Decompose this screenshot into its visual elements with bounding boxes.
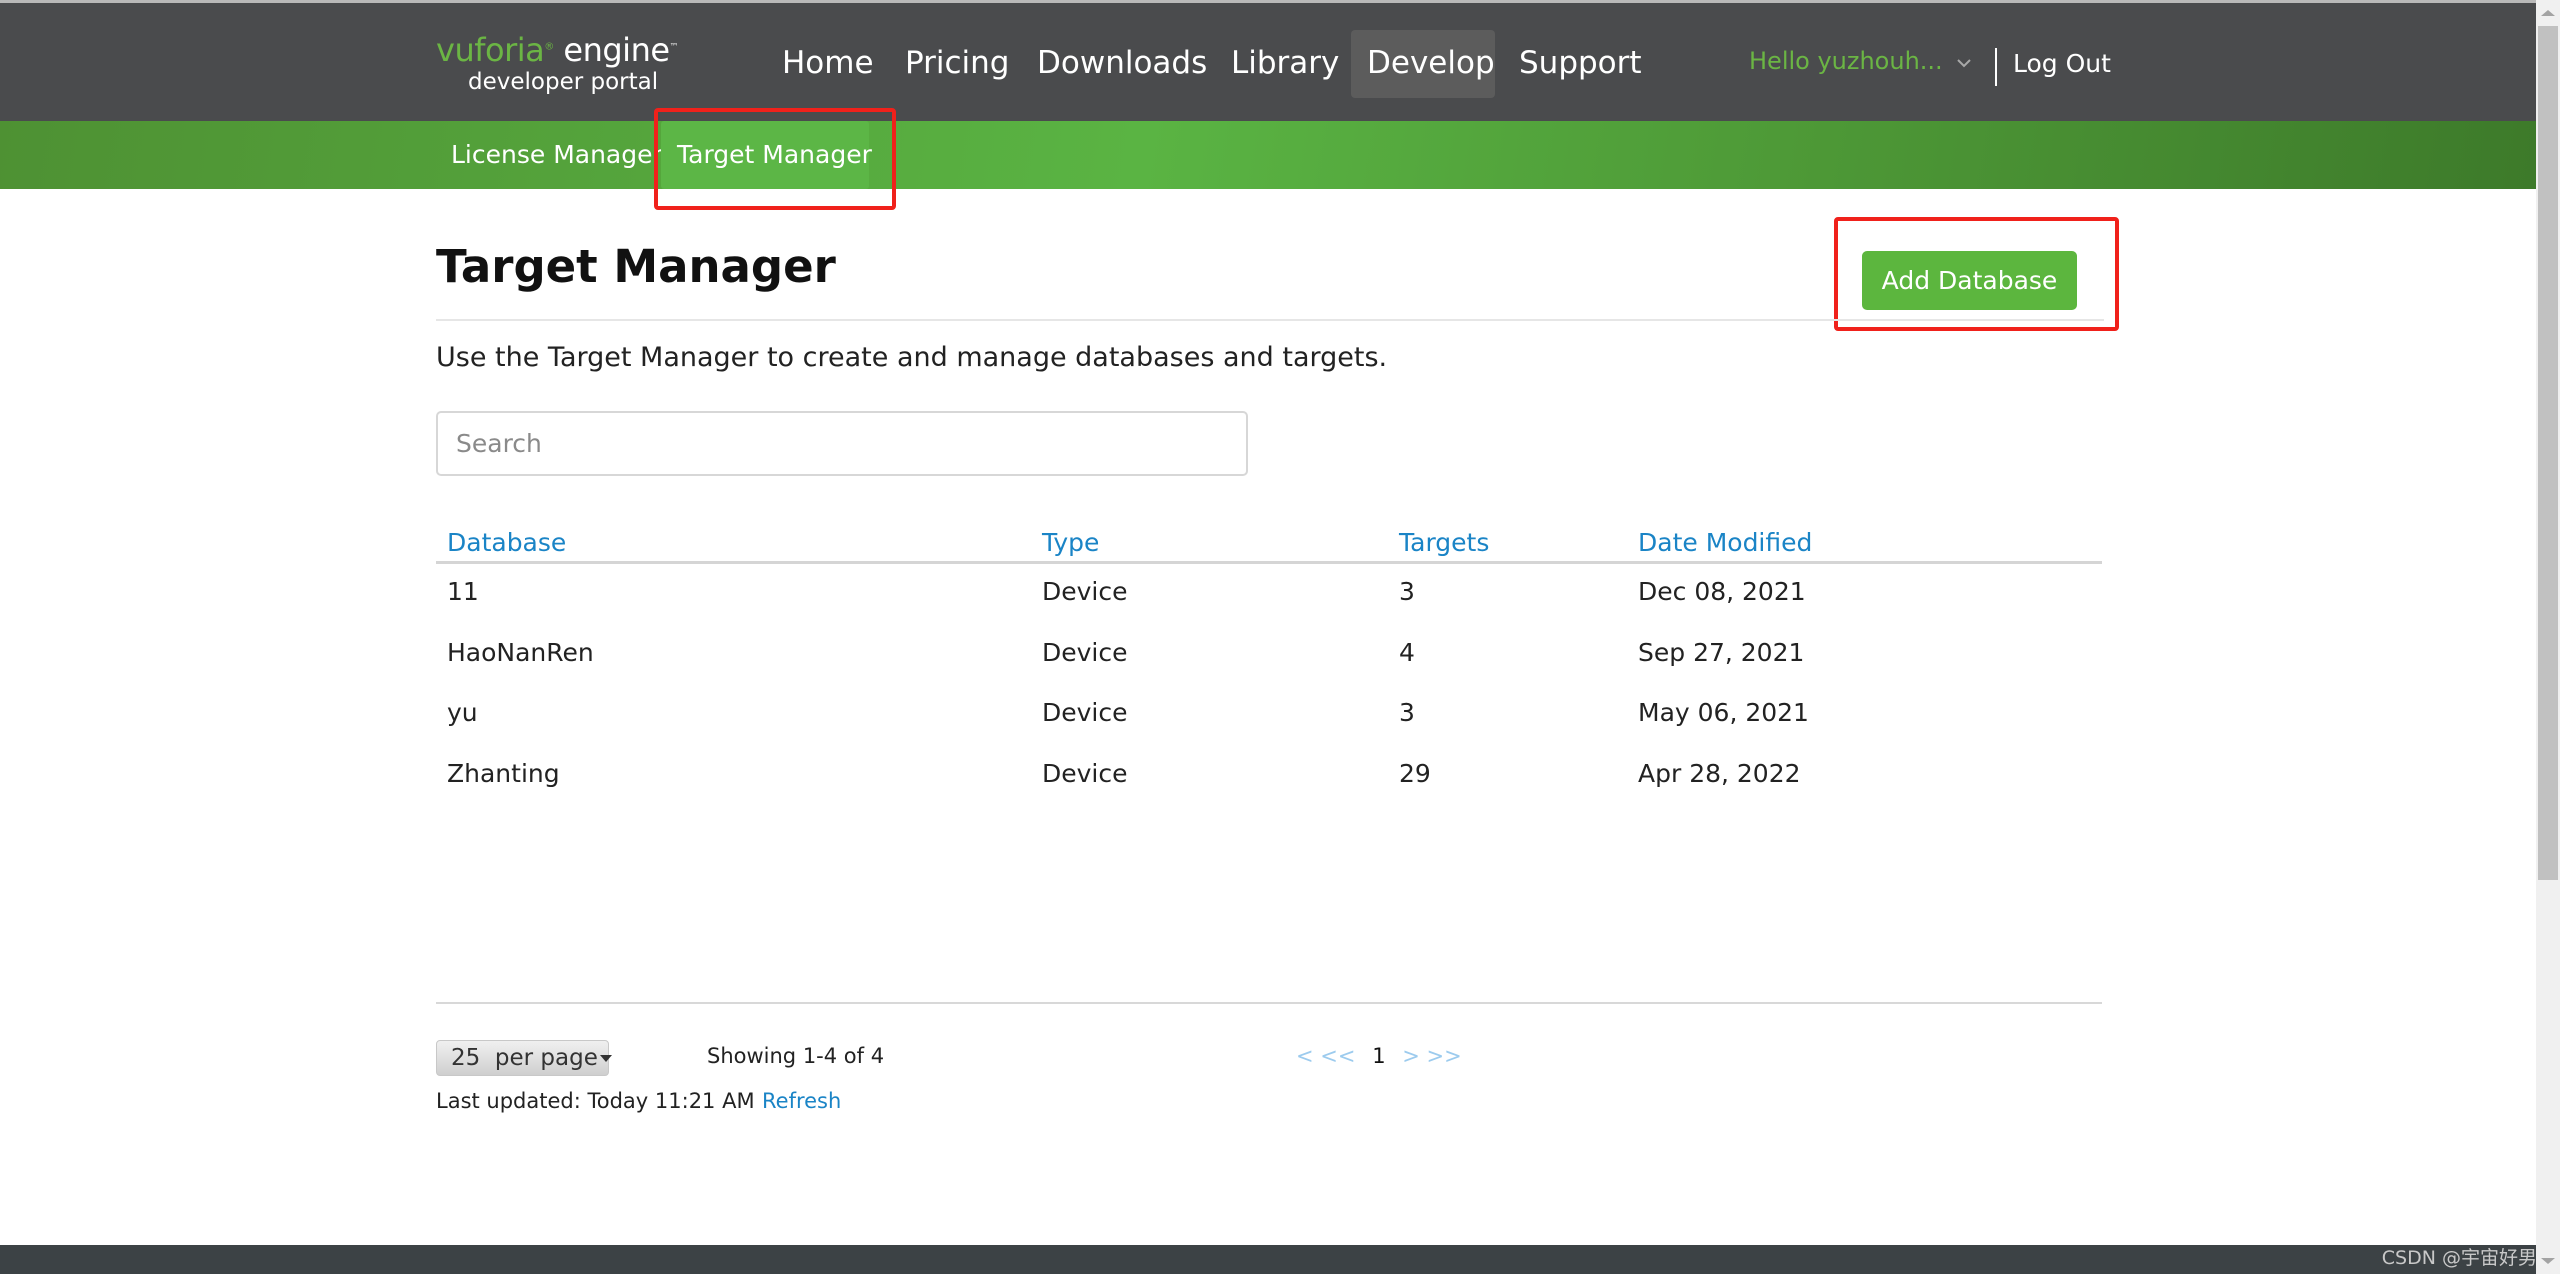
table-footer-divider: [436, 1002, 2102, 1004]
nav-pricing[interactable]: Pricing: [889, 30, 1026, 98]
cell-type: Device: [1042, 637, 1128, 667]
scrollbar-thumb[interactable]: [2538, 26, 2558, 880]
per-page-value: 25: [451, 1045, 481, 1071]
user-menu-greeting[interactable]: Hello yuzhouh...: [1749, 47, 1943, 75]
chevron-down-icon[interactable]: [1954, 53, 1976, 75]
table-row[interactable]: 11 Device 3 Dec 08, 2021: [436, 564, 2102, 625]
page-description: Use the Target Manager to create and man…: [436, 342, 1388, 373]
trademark-mark: ™: [669, 42, 679, 53]
prev-page-link[interactable]: <<: [1320, 1044, 1355, 1068]
cell-targets: 3: [1399, 698, 1415, 727]
top-header: vuforia® engine™ developer portal Home P…: [0, 0, 2536, 121]
cell-database[interactable]: 11: [447, 577, 479, 606]
column-header-targets[interactable]: Targets: [1399, 528, 1489, 557]
cell-database[interactable]: HaoNanRen: [447, 638, 594, 667]
first-page-link[interactable]: <: [1296, 1044, 1314, 1068]
logo-wordmark: vuforia® engine™: [436, 31, 679, 69]
last-page-link[interactable]: >>: [1427, 1044, 1462, 1068]
cell-database[interactable]: yu: [447, 698, 478, 727]
table-header: Database Type Targets Date Modified: [436, 520, 2102, 564]
database-table: Database Type Targets Date Modified 11 D…: [436, 520, 2102, 806]
cell-targets: 29: [1399, 758, 1431, 788]
table-row[interactable]: Zhanting Device 29 Apr 28, 2022: [436, 746, 2102, 807]
cell-date-modified: Sep 27, 2021: [1638, 637, 1805, 667]
column-header-date-modified[interactable]: Date Modified: [1638, 528, 1812, 557]
scroll-up-arrow-icon[interactable]: [2541, 10, 2555, 16]
nav-develop[interactable]: Develop: [1351, 30, 1495, 98]
table-row[interactable]: HaoNanRen Device 4 Sep 27, 2021: [436, 625, 2102, 686]
page-title: Target Manager: [436, 240, 836, 293]
header-divider: [1995, 48, 1997, 86]
cell-date-modified: May 06, 2021: [1638, 698, 1809, 727]
nav-library[interactable]: Library: [1215, 30, 1355, 98]
caret-down-icon: [599, 1055, 612, 1062]
cell-targets: 3: [1399, 577, 1415, 606]
refresh-link[interactable]: Refresh: [762, 1089, 841, 1113]
cell-date-modified: Dec 08, 2021: [1638, 577, 1806, 606]
subnav-target-manager[interactable]: Target Manager: [661, 121, 872, 189]
logo-product: engine: [563, 31, 670, 69]
title-divider: [436, 319, 2104, 321]
nav-support[interactable]: Support: [1503, 30, 1658, 98]
add-database-button[interactable]: Add Database: [1862, 251, 2077, 310]
page: vuforia® engine™ developer portal Home P…: [0, 0, 2536, 1274]
pagination: < << 1 > >>: [1296, 1044, 1462, 1068]
nav-downloads[interactable]: Downloads: [1021, 30, 1223, 98]
subnav-license-manager[interactable]: License Manager: [451, 121, 663, 189]
scroll-down-arrow-icon[interactable]: [2541, 1258, 2555, 1264]
per-page-dropdown[interactable]: 25 per page: [436, 1040, 612, 1076]
showing-count: Showing 1-4 of 4: [707, 1044, 885, 1068]
registered-mark: ®: [544, 41, 554, 53]
search-input[interactable]: [436, 411, 1248, 476]
cell-date-modified: Apr 28, 2022: [1638, 758, 1801, 788]
cell-type: Device: [1042, 758, 1128, 788]
table-row[interactable]: yu Device 3 May 06, 2021: [436, 685, 2102, 746]
cell-type: Device: [1042, 577, 1128, 606]
watermark: CSDN @宇宙好男人: [2381, 1247, 2556, 1269]
vertical-scrollbar[interactable]: [2536, 0, 2560, 1274]
per-page-label: per page: [494, 1045, 598, 1071]
vuforia-logo[interactable]: vuforia® engine™ developer portal: [436, 31, 679, 101]
column-header-type[interactable]: Type: [1042, 528, 1099, 557]
logo-subtitle: developer portal: [468, 69, 659, 95]
cell-database[interactable]: Zhanting: [447, 759, 560, 788]
logout-link[interactable]: Log Out: [2013, 49, 2111, 78]
current-page[interactable]: 1: [1372, 1044, 1385, 1068]
logo-brand: vuforia: [436, 31, 545, 69]
last-updated: Last updated: Today 11:21 AM: [436, 1089, 755, 1113]
column-header-database[interactable]: Database: [447, 528, 566, 557]
next-page-link[interactable]: >: [1402, 1044, 1420, 1068]
cell-targets: 4: [1399, 637, 1415, 667]
page-footer: [0, 1245, 2536, 1274]
sub-navigation: License Manager Target Manager: [0, 121, 2536, 189]
cell-type: Device: [1042, 698, 1128, 727]
nav-home[interactable]: Home: [766, 30, 890, 98]
